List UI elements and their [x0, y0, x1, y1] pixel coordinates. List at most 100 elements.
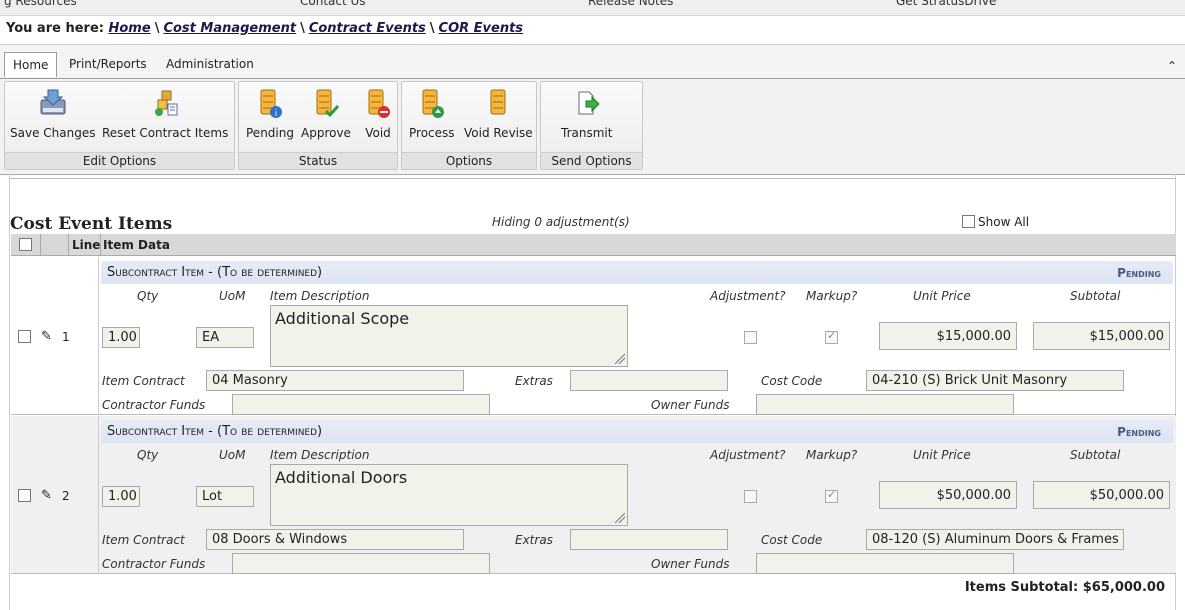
column-divider — [98, 257, 99, 415]
breadcrumb-sep: \ — [300, 21, 305, 36]
row-select-checkbox[interactable] — [18, 489, 31, 502]
edit-pencil-icon[interactable]: ✎ — [41, 329, 52, 344]
reset-contract-items-label: Reset Contract Items — [102, 126, 229, 140]
pending-label: Pending — [246, 126, 294, 140]
owner-funds-field[interactable] — [756, 394, 1014, 415]
line-number: 1 — [62, 330, 70, 344]
ribbon-collapse-icon[interactable]: ⌃ — [1167, 59, 1177, 73]
item-contract-field[interactable]: 08 Doors & Windows — [206, 529, 464, 550]
tab-administration[interactable]: Administration — [158, 52, 262, 76]
reset-items-icon — [155, 90, 178, 116]
top-nav-stratusdrive[interactable]: Get StratusDrive — [896, 0, 996, 8]
tab-home[interactable]: Home — [4, 52, 58, 77]
pending-button[interactable]: i Pending — [246, 86, 294, 140]
uom-label: UoM — [219, 289, 246, 303]
header-edit-cell — [41, 234, 69, 256]
void-revise-label: Void Revise — [464, 126, 533, 140]
extras-label: Extras — [515, 374, 553, 388]
ribbon-body: Save Changes Reset Contract Items Edit O… — [0, 78, 1185, 175]
unit-price-field[interactable]: $15,000.00 — [879, 322, 1017, 350]
process-label: Process — [409, 126, 455, 140]
show-all-label: Show All — [978, 215, 1030, 229]
process-arrow-icon — [422, 89, 444, 118]
breadcrumb-sep: \ — [429, 21, 435, 36]
header-select-cell — [11, 234, 41, 256]
breadcrumb-home[interactable]: Home — [109, 21, 151, 36]
top-nav-release-notes[interactable]: Release Notes — [588, 0, 673, 8]
adjustment-checkbox[interactable] — [744, 331, 757, 344]
breadcrumb-cor-events[interactable]: COR Events — [439, 21, 524, 36]
owner-funds-label: Owner Funds — [651, 398, 730, 412]
approve-label: Approve — [301, 126, 351, 140]
void-revise-button[interactable]: Void Revise — [464, 86, 533, 140]
adjustment-checkbox[interactable] — [744, 490, 757, 503]
top-nav-contact[interactable]: Contact Us — [300, 0, 366, 8]
pending-info-icon: i — [260, 89, 282, 119]
markup-checkbox[interactable] — [825, 488, 838, 503]
item-description-textarea[interactable]: Additional Scope — [270, 305, 628, 367]
void-stop-icon — [368, 89, 390, 118]
subtotal-field: $15,000.00 — [1033, 322, 1170, 350]
process-button[interactable]: Process — [409, 86, 455, 140]
select-all-checkbox[interactable] — [19, 238, 32, 251]
cost-code-field[interactable]: 08-120 (S) Aluminum Doors & Frames — [866, 529, 1124, 550]
void-revise-icon — [490, 89, 506, 115]
item-contract-label: Item Contract — [102, 374, 185, 388]
adjustment-label: Adjustment? — [710, 448, 786, 462]
transmit-button[interactable]: Transmit — [561, 86, 612, 140]
table-row: ✎ 1 Subcontract Item - (To be determined… — [11, 257, 1176, 415]
top-nav: g Resources Contact Us Release Notes Get… — [0, 0, 1185, 16]
void-button[interactable]: Void — [363, 86, 393, 140]
header-item-data: Item Data — [103, 238, 170, 252]
top-nav-resources[interactable]: g Resources — [4, 0, 77, 8]
markup-label: Markup? — [806, 289, 858, 303]
markup-label: Markup? — [806, 448, 858, 462]
uom-field[interactable]: Lot — [196, 486, 254, 507]
line-number: 2 — [62, 489, 70, 503]
unit-price-label: Unit Price — [913, 289, 971, 303]
subtotal-field: $50,000.00 — [1033, 481, 1170, 509]
unit-price-field[interactable]: $50,000.00 — [879, 481, 1017, 509]
item-contract-field[interactable]: 04 Masonry — [206, 370, 464, 391]
qty-field[interactable]: 1.00 — [102, 486, 140, 507]
save-drive-icon — [40, 89, 66, 115]
qty-label: Qty — [137, 448, 159, 462]
uom-field[interactable]: EA — [196, 327, 254, 348]
cost-code-label: Cost Code — [761, 374, 823, 388]
subtotal-label: Subtotal — [1070, 448, 1121, 462]
group-edit-options: Save Changes Reset Contract Items Edit O… — [4, 81, 235, 170]
item-title: Subcontract Item - (To be determined) — [107, 265, 323, 280]
extras-field[interactable] — [570, 370, 728, 391]
extras-field[interactable] — [570, 529, 728, 550]
reset-contract-items-button[interactable]: Reset Contract Items — [102, 86, 228, 140]
save-changes-button[interactable]: Save Changes — [10, 86, 95, 140]
items-subtotal: Items Subtotal: $65,000.00 — [965, 580, 1165, 595]
breadcrumb-cost-management[interactable]: Cost Management — [163, 21, 296, 36]
items-subtotal-value: $65,000.00 — [1082, 580, 1165, 595]
tab-print-reports[interactable]: Print/Reports — [61, 52, 155, 76]
item-description-textarea[interactable]: Additional Doors — [270, 464, 628, 526]
show-all-toggle[interactable]: Show All — [962, 215, 1029, 229]
contractor-funds-field[interactable] — [232, 394, 490, 415]
qty-field[interactable]: 1.00 — [102, 327, 140, 348]
status-badge: Pending — [1117, 266, 1161, 280]
row-select-checkbox[interactable] — [18, 330, 31, 343]
cost-code-field[interactable]: 04-210 (S) Brick Unit Masonry — [866, 370, 1124, 391]
edit-pencil-icon[interactable]: ✎ — [41, 488, 52, 503]
markup-checkbox[interactable] — [825, 329, 838, 344]
group-options: Process Void Revise Options — [401, 81, 537, 170]
uom-label: UoM — [219, 448, 246, 462]
group-label-send-options: Send Options — [541, 152, 642, 169]
item-description-label: Item Description — [270, 448, 370, 462]
items-subtotal-label: Items Subtotal: — [964, 580, 1079, 595]
show-all-checkbox[interactable] — [962, 215, 975, 228]
approve-check-icon — [316, 89, 340, 118]
breadcrumb-contract-events[interactable]: Contract Events — [309, 21, 426, 36]
contractor-funds-field[interactable] — [232, 553, 490, 574]
group-label-options: Options — [402, 152, 536, 169]
item-header-bar: Subcontract Item - (To be determined) Pe… — [101, 261, 1173, 284]
breadcrumb: You are here: Home \ Cost Management \ Contr… — [6, 21, 523, 36]
approve-button[interactable]: Approve — [301, 86, 351, 140]
qty-label: Qty — [137, 289, 159, 303]
owner-funds-field[interactable] — [756, 553, 1014, 574]
